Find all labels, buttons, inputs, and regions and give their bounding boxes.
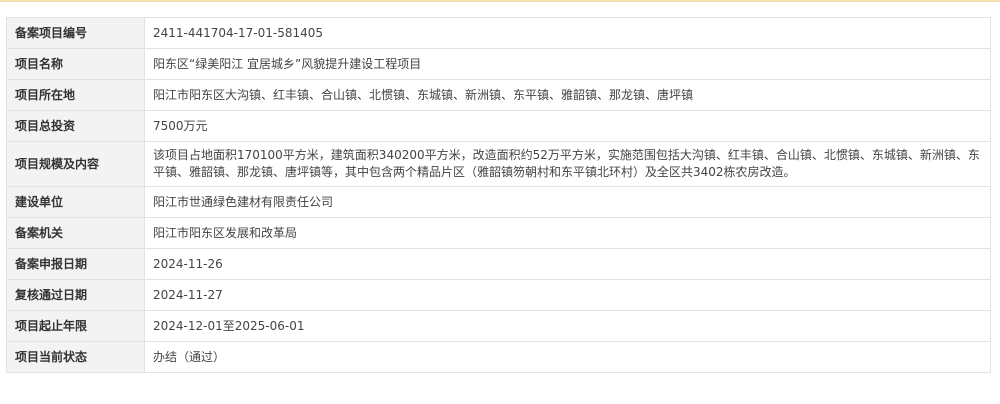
- table-row: 项目名称 阳东区“绿美阳江 宜居城乡”风貌提升建设工程项目: [6, 48, 991, 80]
- top-divider: [0, 0, 1000, 2]
- table-row: 复核通过日期 2024-11-27: [6, 279, 991, 311]
- table-row: 项目当前状态 办结（通过）: [6, 341, 991, 373]
- table-row: 备案申报日期 2024-11-26: [6, 248, 991, 280]
- project-info-panel: 备案项目编号 2411-441704-17-01-581405 项目名称 阳东区…: [6, 17, 991, 373]
- field-label-construction-unit: 建设单位: [6, 186, 145, 218]
- field-label-location: 项目所在地: [6, 79, 145, 111]
- field-value-application-date: 2024-11-26: [144, 248, 991, 280]
- field-label-scale-content: 项目规模及内容: [6, 141, 145, 187]
- field-label-total-investment: 项目总投资: [6, 110, 145, 142]
- table-row: 项目总投资 7500万元: [6, 110, 991, 142]
- field-value-project-period: 2024-12-01至2025-06-01: [144, 310, 991, 342]
- field-label-current-status: 项目当前状态: [6, 341, 145, 373]
- table-row: 备案机关 阳江市阳东区发展和改革局: [6, 217, 991, 249]
- field-label-review-date: 复核通过日期: [6, 279, 145, 311]
- table-row: 备案项目编号 2411-441704-17-01-581405: [6, 17, 991, 49]
- field-label-record-number: 备案项目编号: [6, 17, 145, 49]
- field-label-filing-authority: 备案机关: [6, 217, 145, 249]
- field-label-project-period: 项目起止年限: [6, 310, 145, 342]
- field-value-construction-unit: 阳江市世通绿色建材有限责任公司: [144, 186, 991, 218]
- field-value-total-investment: 7500万元: [144, 110, 991, 142]
- field-value-location: 阳江市阳东区大沟镇、红丰镇、合山镇、北惯镇、东城镇、新洲镇、东平镇、雅韶镇、那龙…: [144, 79, 991, 111]
- table-row: 项目所在地 阳江市阳东区大沟镇、红丰镇、合山镇、北惯镇、东城镇、新洲镇、东平镇、…: [6, 79, 991, 111]
- field-value-scale-content: 该项目占地面积170100平方米，建筑面积340200平方米，改造面积约52万平…: [144, 141, 991, 187]
- field-value-filing-authority: 阳江市阳东区发展和改革局: [144, 217, 991, 249]
- table-row: 项目规模及内容 该项目占地面积170100平方米，建筑面积340200平方米，改…: [6, 141, 991, 187]
- field-label-application-date: 备案申报日期: [6, 248, 145, 280]
- field-value-review-date: 2024-11-27: [144, 279, 991, 311]
- project-info-table: 备案项目编号 2411-441704-17-01-581405 项目名称 阳东区…: [6, 17, 991, 373]
- table-row: 建设单位 阳江市世通绿色建材有限责任公司: [6, 186, 991, 218]
- field-value-current-status: 办结（通过）: [144, 341, 991, 373]
- field-label-project-name: 项目名称: [6, 48, 145, 80]
- field-value-project-name: 阳东区“绿美阳江 宜居城乡”风貌提升建设工程项目: [144, 48, 991, 80]
- field-value-record-number: 2411-441704-17-01-581405: [144, 17, 991, 49]
- table-row: 项目起止年限 2024-12-01至2025-06-01: [6, 310, 991, 342]
